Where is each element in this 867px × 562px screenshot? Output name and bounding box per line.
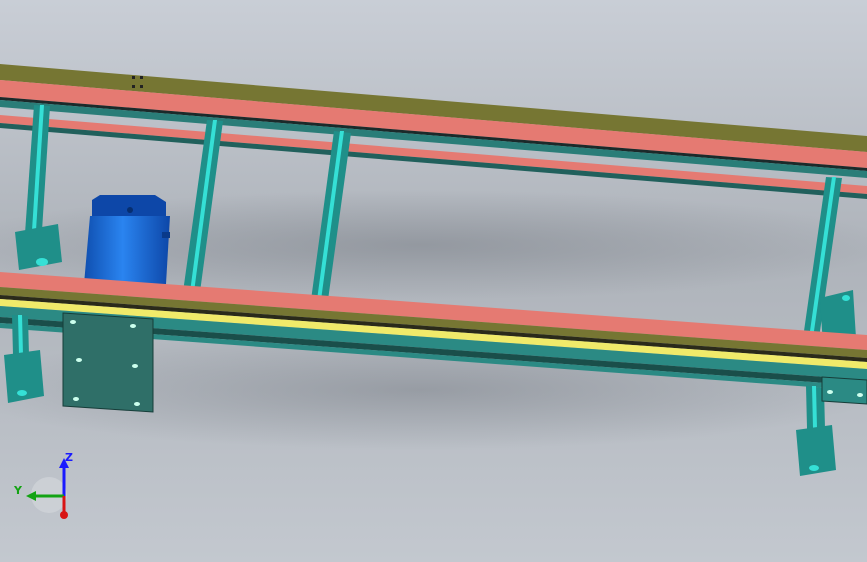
foot-bolt [17,390,27,396]
plate-hole [134,402,140,406]
gear-motor[interactable] [84,195,170,284]
bracket-hole [827,390,833,394]
foot-bolt [36,258,48,266]
motor-bolt [127,207,133,213]
bolt-mark [140,76,143,79]
foot-bolt [809,465,819,471]
motor-cap [92,195,166,218]
x-axis-point [60,511,68,519]
plate-hole [73,397,79,401]
plate-hole [132,364,138,368]
bolt-mark [132,76,135,79]
motor-terminal [162,232,170,238]
plate-hole [130,324,136,328]
motor-mount-plate[interactable] [62,312,154,413]
bolt-mark [140,85,143,88]
motor-body [84,216,170,284]
plate-hole [70,320,76,324]
y-axis-label: Y [13,484,23,497]
bolt-mark [132,85,135,88]
z-axis-label: Z [65,451,73,464]
cad-viewport[interactable]: Z Y [0,0,867,562]
bracket-hole [857,393,863,397]
foot-bolt [842,295,850,301]
plate-hole [76,358,82,362]
3d-model-scene[interactable]: Z Y [0,0,867,562]
